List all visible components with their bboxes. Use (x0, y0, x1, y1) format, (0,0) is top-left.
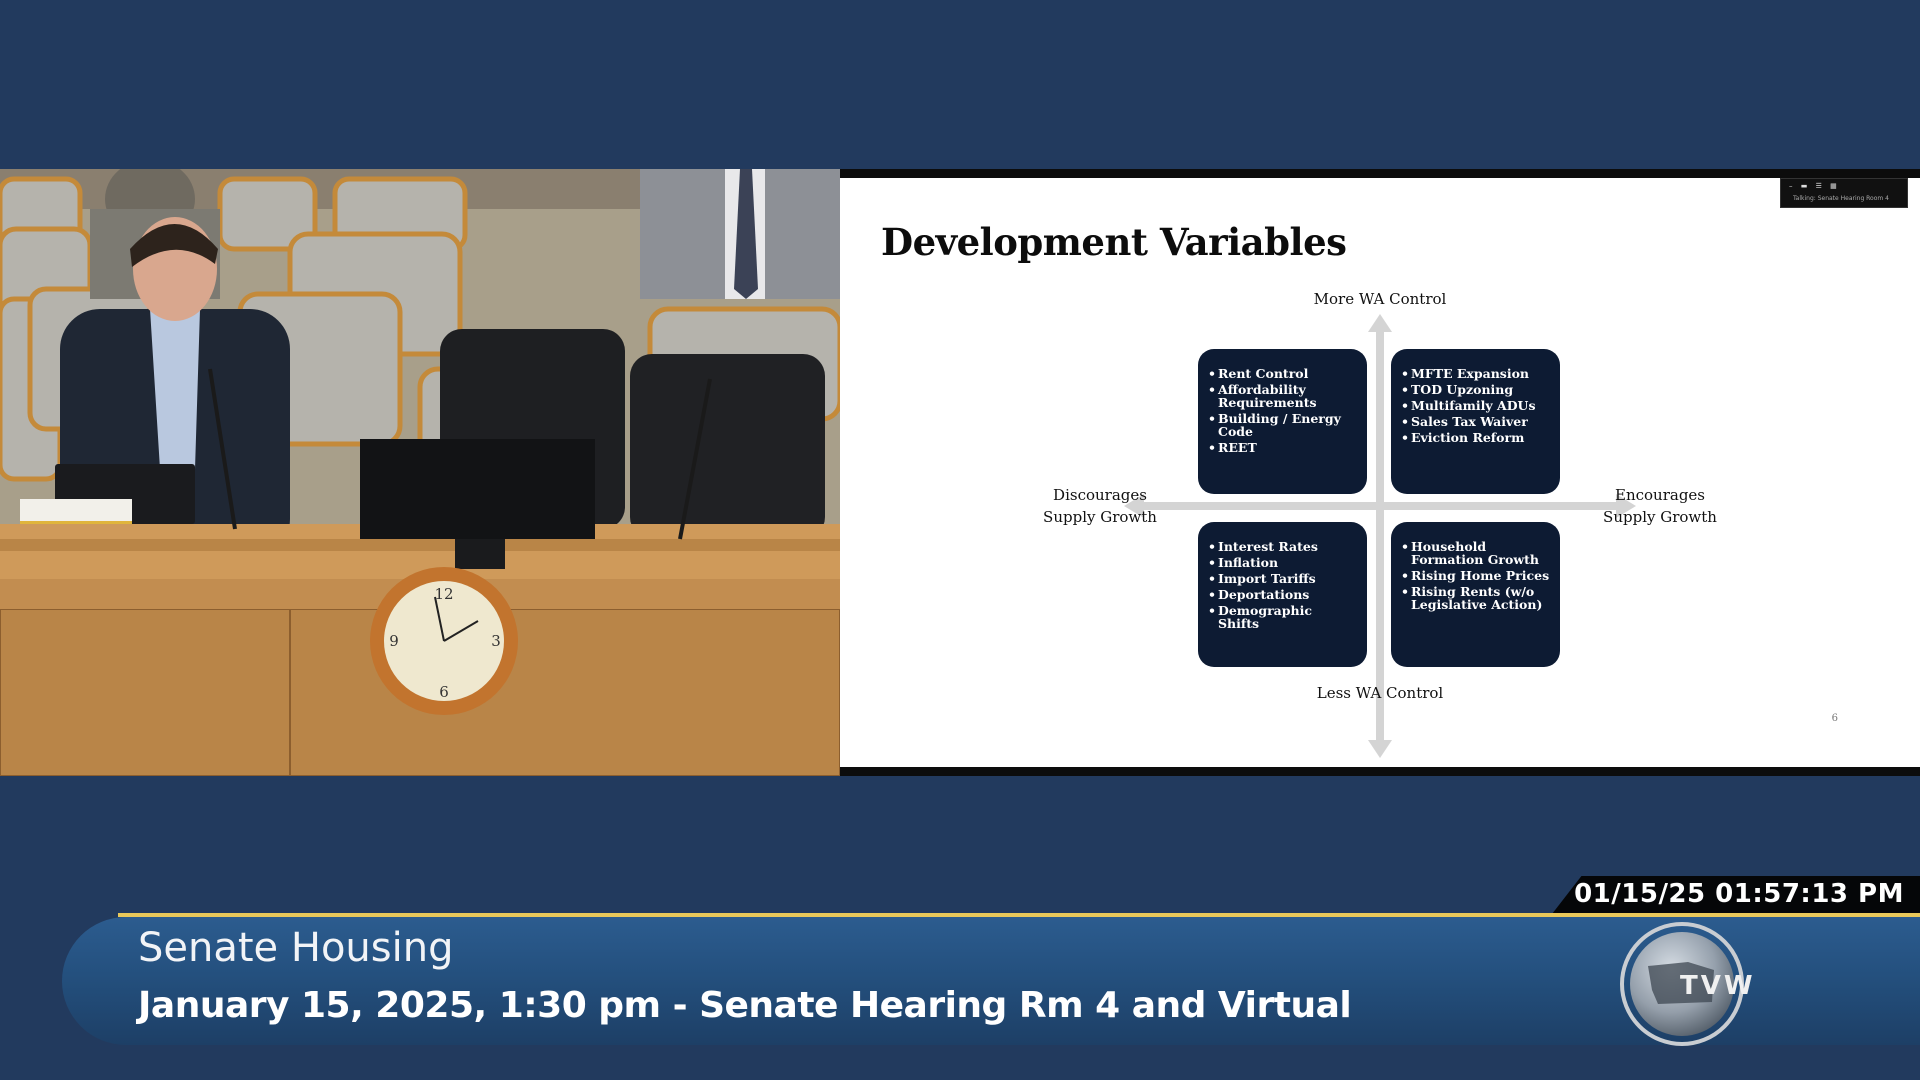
axis-arrows (1124, 314, 1636, 758)
talking-indicator: Talking: Senate Hearing Room 4 (1793, 195, 1889, 202)
axis-label-bottom: Less WA Control (1316, 684, 1444, 702)
svg-text:9: 9 (389, 632, 399, 650)
timestamp-tab: 01/15/25 01:57:13 PM (1552, 876, 1920, 914)
axis-label-left-line1: Discourages (1053, 486, 1147, 504)
list-item: Rising Home Prices (1401, 569, 1550, 582)
list-item: Rent Control (1208, 367, 1357, 380)
quadrant-bottom-left: Interest Rates Inflation Import Tariffs … (1198, 522, 1367, 667)
banner-title: Senate Housing (138, 925, 454, 971)
hearing-room-video-frame: 12 3 6 9 (0, 169, 840, 776)
list-item: Rising Rents (w/o Legislative Action) (1401, 585, 1550, 611)
list-item: Household Formation Growth (1401, 540, 1550, 566)
list-item: REET (1208, 441, 1357, 454)
axis-label-left: Discourages Supply Growth (1020, 484, 1180, 528)
quadrant-bottom-right: Household Formation Growth Rising Home P… (1391, 522, 1560, 667)
tvw-logo-text: TVW (1680, 971, 1756, 1001)
list-item: Inflation (1208, 556, 1357, 569)
list-item: Eviction Reform (1401, 431, 1550, 444)
banner-subtitle: January 15, 2025, 1:30 pm - Senate Heari… (138, 985, 1352, 1026)
list-item: Affordability Requirements (1208, 383, 1357, 409)
axis-label-right-line2: Supply Growth (1603, 508, 1717, 526)
list-item: Demographic Shifts (1208, 604, 1357, 630)
svg-text:6: 6 (439, 683, 449, 701)
list-item: Deportations (1208, 588, 1357, 601)
axis-label-left-line2: Supply Growth (1043, 508, 1157, 526)
axis-label-right: Encourages Supply Growth (1580, 484, 1740, 528)
zoom-share-toolbar[interactable]: – ▬ ☰ ▦ Talking: Senate Hearing Room 4 (1780, 178, 1908, 208)
slide-page-number: 6 (1831, 713, 1838, 724)
camera-feed: 12 3 6 9 (0, 169, 840, 776)
svg-text:3: 3 (491, 632, 501, 650)
toolbar-controls-icon[interactable]: – ▬ ☰ ▦ (1789, 182, 1840, 190)
tvw-logo-icon: TVW (1620, 922, 1756, 1046)
svg-text:12: 12 (434, 585, 453, 603)
axis-label-top: More WA Control (1313, 290, 1447, 308)
list-item: Multifamily ADUs (1401, 399, 1550, 412)
axis-label-right-line1: Encourages (1615, 486, 1705, 504)
list-item: Interest Rates (1208, 540, 1357, 553)
list-item: TOD Upzoning (1401, 383, 1550, 396)
quadrant-top-right: MFTE Expansion TOD Upzoning Multifamily … (1391, 349, 1560, 494)
list-item: MFTE Expansion (1401, 367, 1550, 380)
list-item: Sales Tax Waiver (1401, 415, 1550, 428)
list-item: Building / Energy Code (1208, 412, 1357, 438)
quadrant-top-left: Rent Control Affordability Requirements … (1198, 349, 1367, 494)
list-item: Import Tariffs (1208, 572, 1357, 585)
broadcast-timestamp: 01/15/25 01:57:13 PM (1574, 879, 1904, 909)
presentation-slide: Development Variables More WA Control Le… (840, 178, 1920, 767)
presentation-frame: Development Variables More WA Control Le… (840, 169, 1920, 776)
